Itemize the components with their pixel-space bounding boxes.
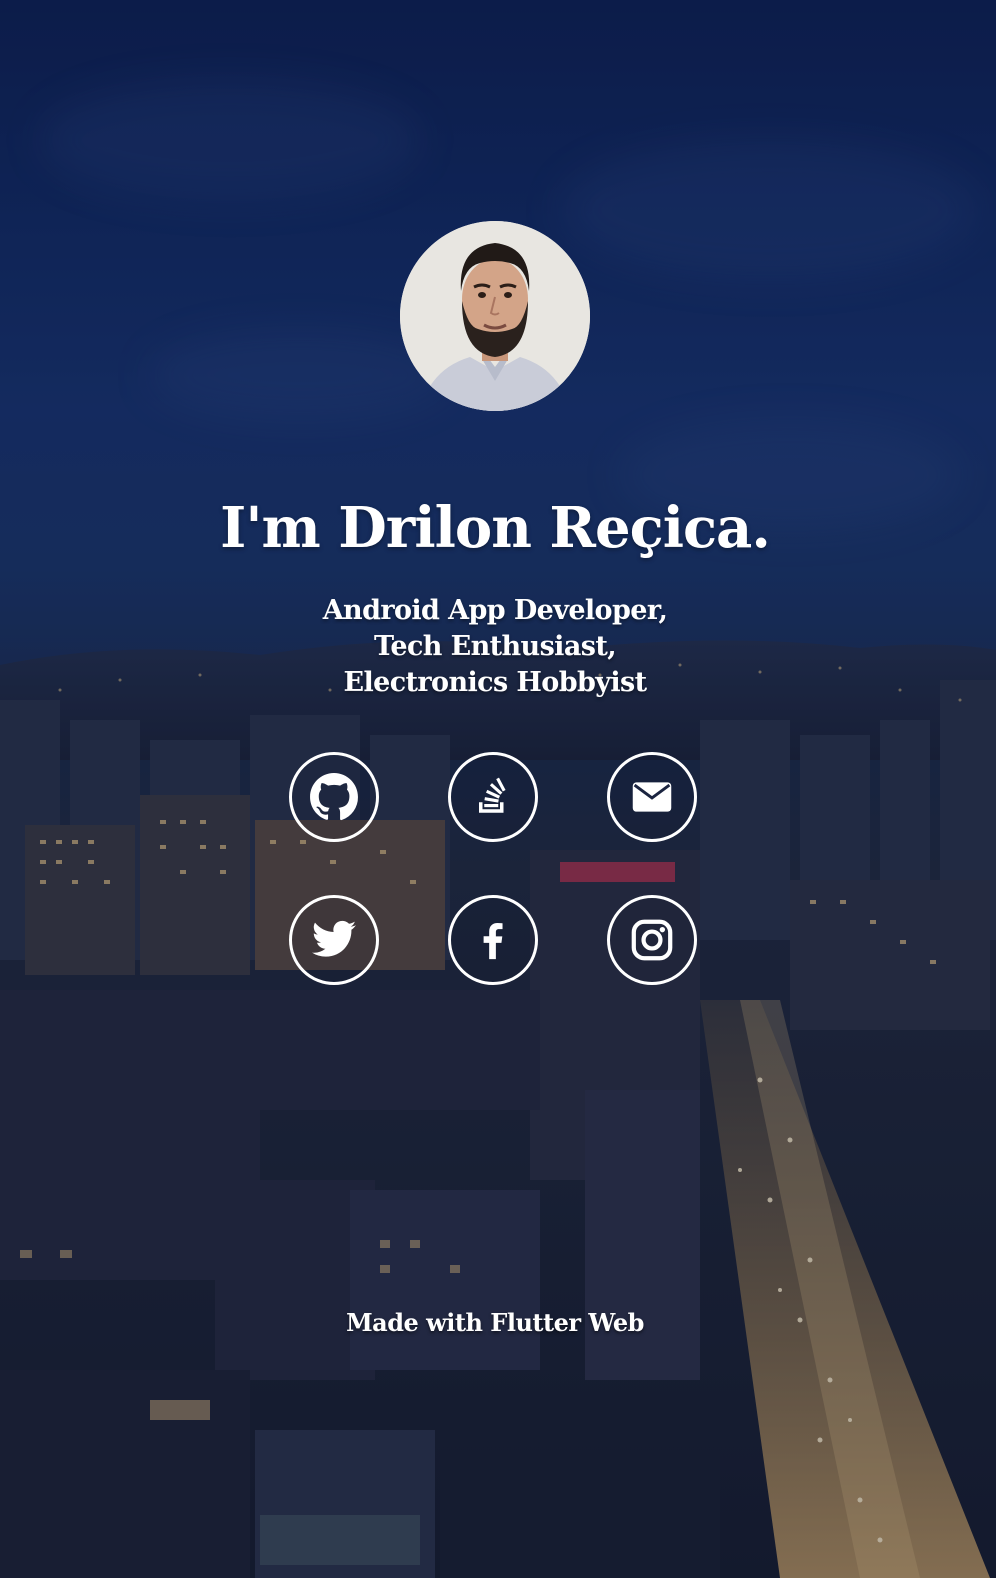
facebook-icon [483, 922, 503, 960]
instagram-button[interactable] [607, 895, 697, 985]
stackoverflow-button[interactable] [448, 752, 538, 842]
twitter-button[interactable] [289, 895, 379, 985]
stackoverflow-icon [479, 777, 506, 813]
roles-list: Android App Developer, Tech Enthusiast, … [0, 593, 990, 701]
mail-icon [632, 782, 672, 812]
role-item: Tech Enthusiast, [373, 631, 617, 662]
role-item: Android App Developer, [322, 595, 668, 626]
email-button[interactable] [607, 752, 697, 842]
profile-photo [400, 221, 590, 411]
github-button[interactable] [289, 752, 379, 842]
footer-text: Made with Flutter Web [346, 1308, 644, 1337]
profile-avatar [400, 221, 590, 411]
facebook-button[interactable] [448, 895, 538, 985]
twitter-icon [312, 920, 356, 957]
role-item: Electronics Hobbyist [343, 667, 648, 698]
instagram-icon [631, 919, 673, 961]
github-icon [310, 773, 358, 821]
name-heading: I'm Drilon Reçica. [220, 495, 771, 561]
